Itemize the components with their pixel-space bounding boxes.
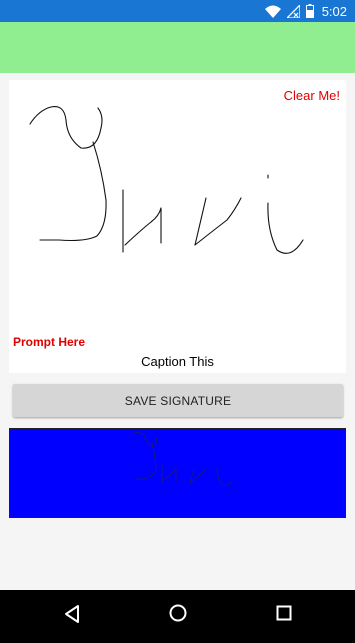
wifi-icon — [264, 5, 281, 18]
prompt-label: Prompt Here — [13, 335, 86, 349]
recents-icon[interactable] — [276, 605, 292, 626]
home-icon[interactable] — [168, 603, 188, 628]
save-signature-button[interactable]: SAVE SIGNATURE — [13, 384, 343, 417]
clock-time: 5:02 — [321, 3, 347, 19]
signature-pad[interactable]: Clear Me! Prompt Here Caption This — [9, 80, 346, 373]
signature-stroke — [29, 105, 304, 254]
battery-icon — [305, 4, 314, 18]
back-icon[interactable] — [63, 604, 81, 629]
navigation-bar — [0, 590, 355, 643]
status-bar: 5:02 — [0, 0, 355, 22]
signature-preview — [9, 428, 346, 518]
signature-preview-stroke — [133, 431, 233, 486]
header-band — [0, 22, 355, 73]
no-signal-icon — [286, 4, 300, 18]
caption-label: Caption This — [141, 354, 214, 369]
